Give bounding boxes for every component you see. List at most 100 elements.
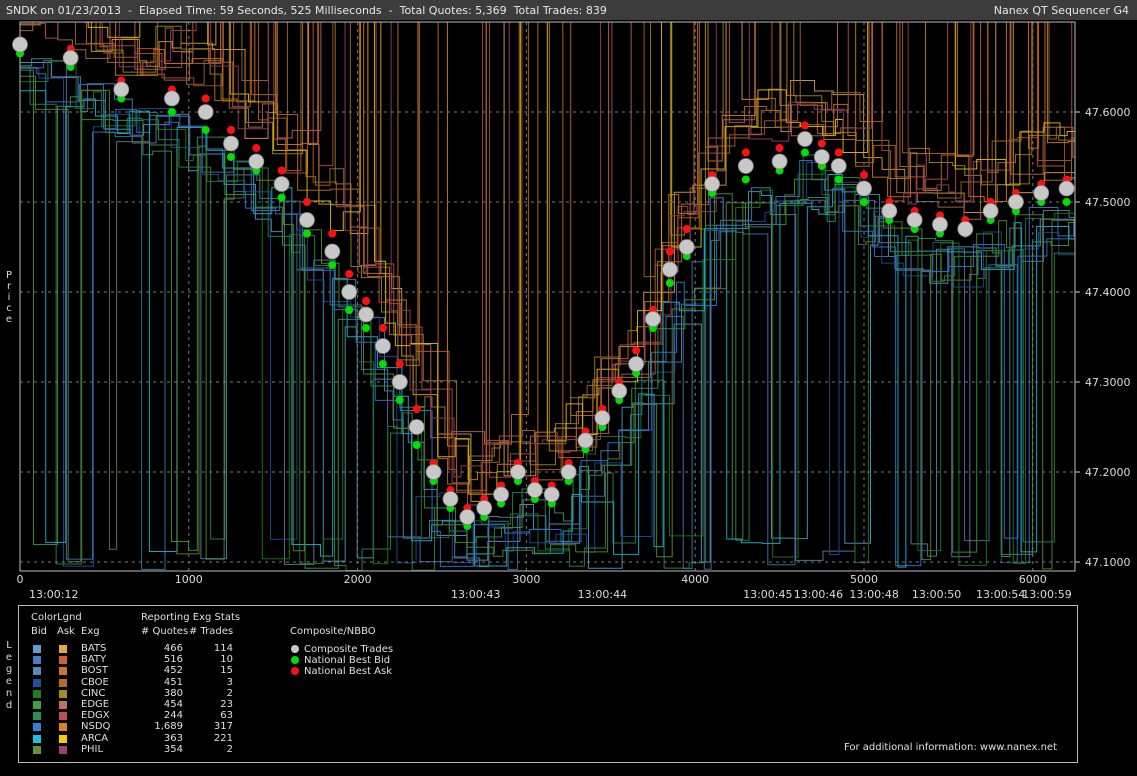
bid-swatch — [33, 678, 41, 687]
national-best-ask-point — [632, 346, 641, 355]
time-label: 13:00:46 — [794, 588, 843, 601]
ask-swatch — [59, 645, 67, 653]
national-best-bid-point — [277, 193, 286, 202]
composite-trade-point — [543, 486, 560, 503]
national-best-bid-point — [395, 396, 404, 404]
time-label: 13:00:45 — [743, 588, 792, 601]
ask-swatch — [59, 712, 67, 721]
time-label: 13:00:48 — [849, 588, 898, 601]
exchange-code: BATY — [81, 654, 107, 666]
legend-side-label-char: e — [5, 676, 13, 687]
time-label: 13:00:59 — [1022, 588, 1071, 601]
y-tick-label: 47.6000 — [1085, 106, 1131, 119]
legend-panel: ColorLgnd Reporting Exg Stats Bid Ask Ex… — [18, 605, 1078, 763]
legend-color-title: ColorLgnd — [31, 612, 82, 623]
composite-trade-point — [594, 410, 611, 426]
national-best-ask-point — [817, 139, 826, 148]
composite-trade-point — [932, 216, 948, 233]
national-best-bid-point — [328, 261, 337, 269]
national-best-bid-point — [378, 360, 387, 368]
national-best-bid-point — [201, 126, 210, 134]
exchange-code: BATS — [81, 643, 107, 654]
composite-trade-point — [813, 149, 830, 165]
quote-count: 244 — [163, 710, 183, 722]
legend-col-exg: Exg — [81, 626, 100, 637]
composite-trade-point — [197, 104, 214, 120]
y-tick-label: 47.5000 — [1085, 196, 1131, 209]
composite-trade-point — [164, 90, 180, 107]
footer-link[interactable]: For additional information: www.nanex.ne… — [844, 742, 1057, 755]
composite-trade-point — [248, 153, 265, 170]
national-best-ask-point — [860, 171, 868, 179]
composite-trade-point — [560, 464, 577, 480]
legend-col-bid: Bid — [31, 626, 47, 637]
composite-trade-point — [358, 306, 374, 323]
composite-trade-point — [1008, 194, 1024, 210]
national-best-ask-point — [775, 144, 784, 152]
trade-count: 114 — [213, 643, 233, 654]
composite-trade-point — [273, 176, 290, 192]
trade-count: 2 — [226, 743, 233, 755]
quote-count: 516 — [163, 654, 183, 666]
composite-dot — [291, 667, 299, 675]
composite-trade-point — [957, 221, 974, 237]
composite-trade-point — [611, 383, 628, 399]
composite-trade-point — [704, 176, 720, 192]
bid-swatch — [33, 645, 41, 653]
time-label: 13:00:54 — [976, 588, 1025, 601]
legend-composite-title: Composite/NBBO — [290, 626, 376, 637]
national-best-bid-point — [362, 324, 371, 332]
legend-side-label-char: L — [6, 640, 12, 651]
composite-trade-point — [408, 419, 425, 435]
composite-trade-point — [476, 500, 493, 516]
ask-swatch — [59, 745, 67, 754]
x-tick-label: 3000 — [512, 573, 540, 586]
composite-trade-point — [341, 284, 358, 300]
national-best-ask-point — [362, 297, 371, 305]
composite-trade-point — [442, 491, 459, 507]
ask-swatch — [59, 734, 67, 743]
national-best-ask-point — [328, 229, 337, 238]
composite-trade-point — [661, 261, 678, 278]
time-label: 13:00:50 — [912, 588, 961, 601]
composite-trade-point — [1033, 185, 1050, 201]
quote-count: 454 — [163, 699, 183, 710]
ask-swatch — [59, 701, 67, 709]
bid-swatch — [33, 701, 41, 709]
time-label: 13:00:12 — [29, 588, 78, 601]
y-tick-label: 47.1000 — [1085, 556, 1131, 569]
composite-trade-point — [982, 203, 999, 219]
national-best-ask-point — [378, 324, 387, 332]
chart-info-text: SNDK on 01/23/2013 - Elapsed Time: 59 Se… — [6, 4, 607, 17]
composite-trade-point — [1058, 180, 1075, 197]
bid-swatch — [33, 689, 41, 698]
bid-swatch — [33, 656, 41, 665]
national-best-ask-point — [252, 144, 261, 152]
trade-count: 3 — [226, 676, 233, 688]
quote-count: 380 — [163, 687, 183, 699]
national-best-ask-point — [834, 148, 843, 157]
national-best-bid-point — [302, 229, 311, 238]
composite-trade-point — [113, 81, 130, 98]
composite-label: National Best Ask — [304, 666, 393, 677]
quote-count: 452 — [163, 665, 183, 677]
trade-count: 63 — [220, 710, 233, 722]
composite-trade-point — [737, 158, 754, 174]
national-best-ask-point — [800, 121, 809, 130]
national-best-ask-point — [395, 360, 404, 368]
legend-col-trades: # Trades — [189, 626, 234, 637]
national-best-ask-point — [741, 148, 750, 157]
bid-swatch — [33, 723, 41, 732]
legend-col-ask: Ask — [57, 626, 75, 637]
ask-swatch — [59, 678, 67, 687]
exchange-code: ARCA — [81, 732, 109, 744]
time-label: 13:00:43 — [451, 588, 500, 601]
composite-trade-point — [628, 356, 645, 372]
bid-swatch — [33, 667, 41, 676]
trade-count: 23 — [220, 699, 233, 710]
national-best-bid-point — [345, 306, 354, 314]
composite-trade-point — [577, 432, 594, 449]
y-tick-label: 47.4000 — [1085, 286, 1131, 299]
composite-trade-point — [830, 158, 847, 174]
price-chart[interactable]: 47.1000 47.2000 47.3000 47.4000 47.5000 47.60… — [0, 20, 1137, 605]
